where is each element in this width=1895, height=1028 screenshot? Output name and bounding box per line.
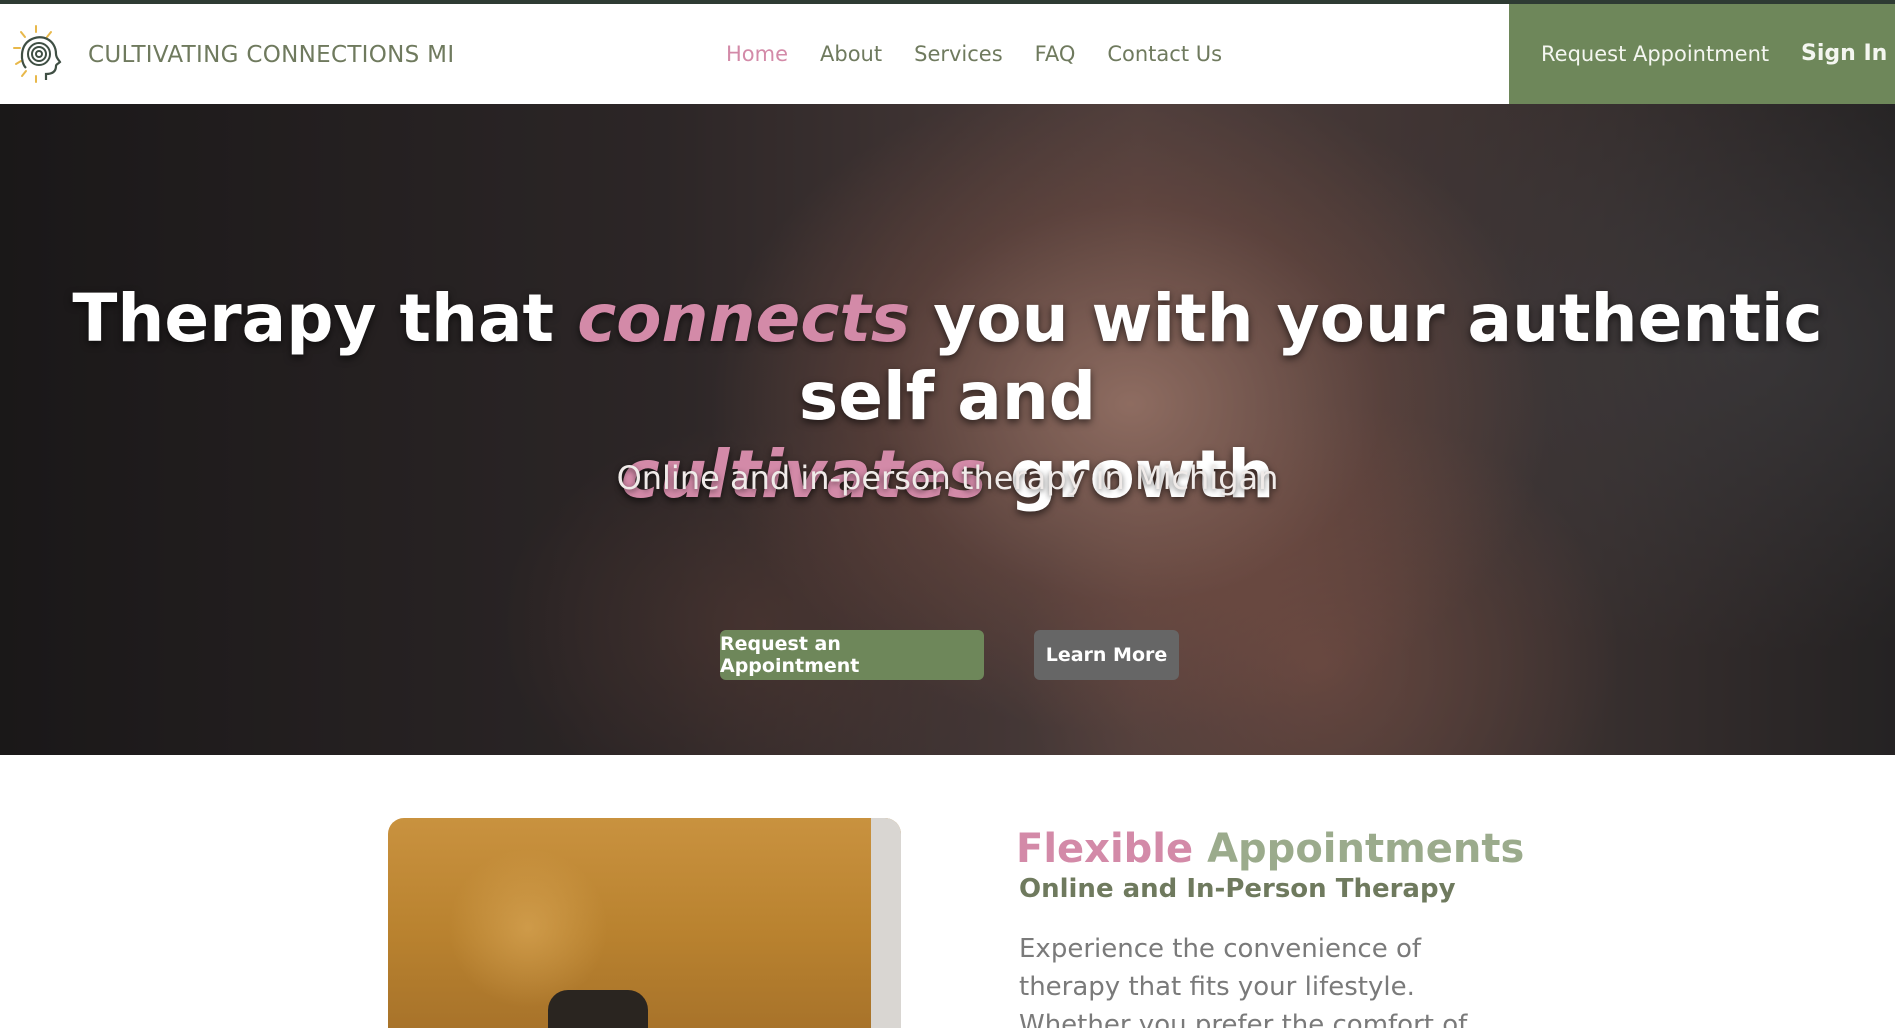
head-spiral-logo-icon[interactable]: [12, 24, 64, 86]
hero-title-part2: you with your authentic self and: [798, 280, 1823, 435]
nav-item-about[interactable]: About: [820, 42, 882, 66]
request-appointment-link[interactable]: Request Appointment: [1541, 42, 1769, 66]
learn-more-button[interactable]: Learn More: [1034, 630, 1179, 680]
feature-title: Flexible Appointments: [1016, 826, 1524, 872]
photo-sweater-highlight: [448, 848, 608, 1008]
nav-item-faq[interactable]: FAQ: [1035, 42, 1076, 66]
nav-item-home[interactable]: Home: [726, 42, 788, 66]
header-cta-panel: Request Appointment Sign In: [1509, 4, 1895, 104]
hero-title-accent-connects: connects: [577, 280, 911, 357]
nav-item-contact-us[interactable]: Contact Us: [1107, 42, 1222, 66]
hero-section: Therapy that connects you with your auth…: [0, 104, 1895, 755]
nav-item-services[interactable]: Services: [914, 42, 1003, 66]
photo-wristband: [548, 990, 648, 1028]
site-header: CULTIVATING CONNECTIONS MI Home About Se…: [0, 4, 1895, 104]
brand-name[interactable]: CULTIVATING CONNECTIONS MI: [88, 42, 454, 68]
feature-photo: [388, 818, 901, 1028]
feature-title-appointments: Appointments: [1207, 826, 1525, 872]
feature-subtitle: Online and In-Person Therapy: [1019, 874, 1456, 904]
hero-title-part1: Therapy that: [72, 280, 578, 357]
request-an-appointment-button[interactable]: Request an Appointment: [720, 630, 984, 680]
sign-in-link[interactable]: Sign In: [1801, 41, 1887, 66]
main-nav: Home About Services FAQ Contact Us: [726, 42, 1222, 66]
photo-background: [871, 818, 901, 1028]
feature-title-flexible: Flexible: [1016, 826, 1194, 872]
feature-body-text: Experience the convenience of therapy th…: [1019, 934, 1468, 1028]
hero-subtitle: Online and in-person therapy in Michigan: [616, 459, 1279, 497]
